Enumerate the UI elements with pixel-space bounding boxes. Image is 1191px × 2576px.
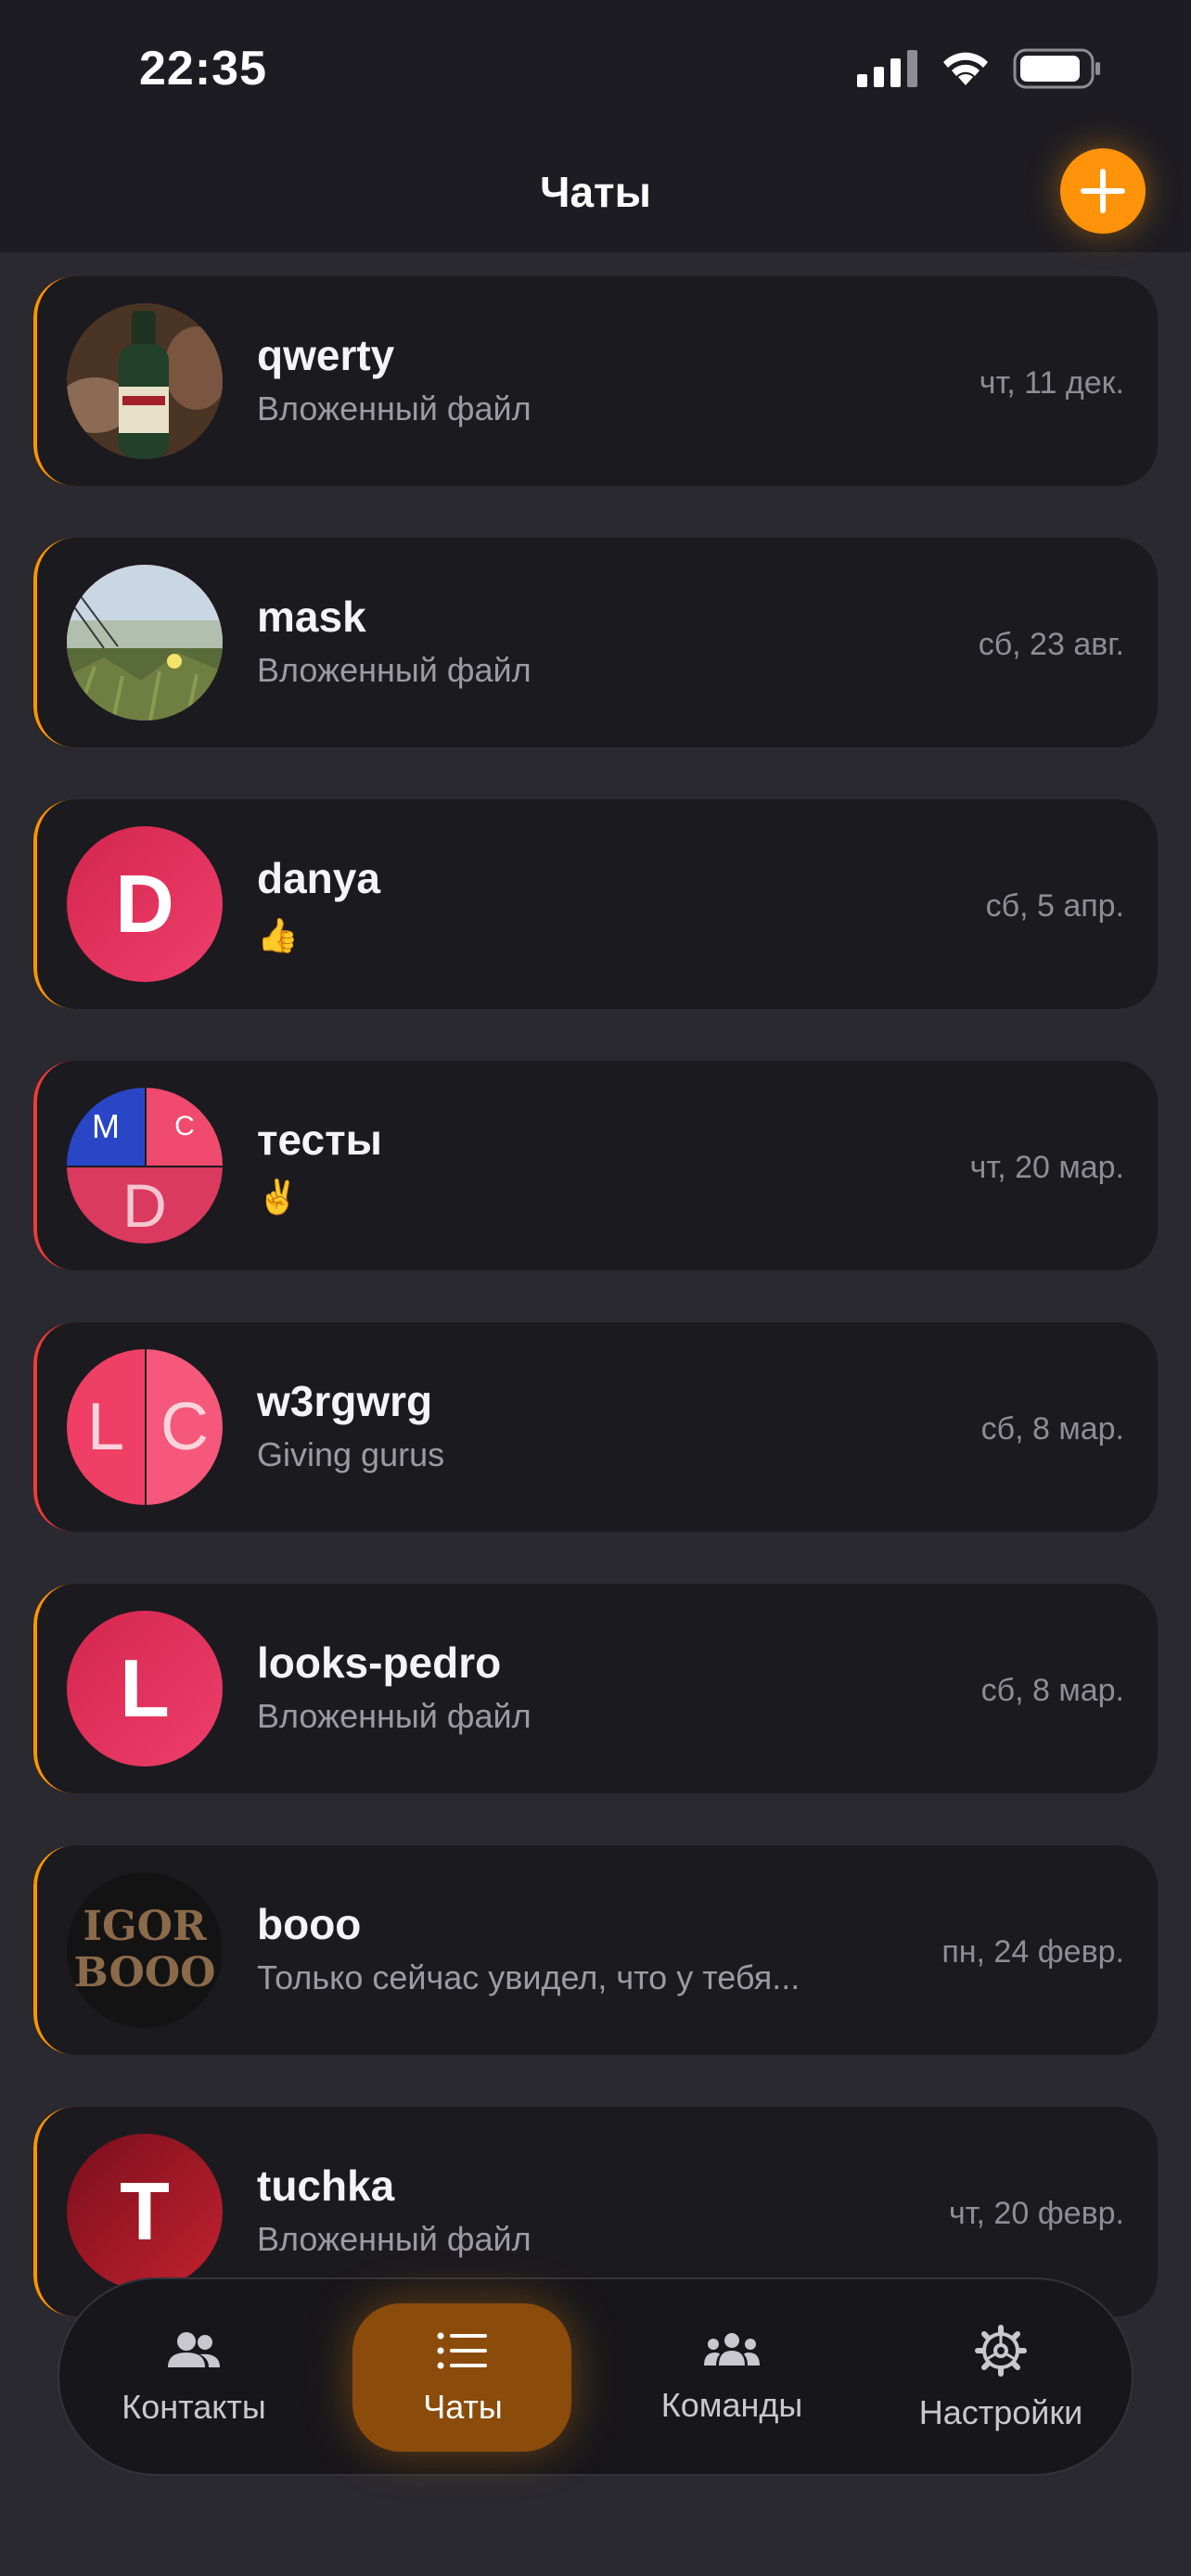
page-title: Чаты (540, 168, 651, 216)
chat-date: сб, 5 апр. (985, 888, 1124, 924)
chat-name: w3rgwrg (257, 1377, 433, 1425)
chat-name: booo (257, 1900, 362, 1948)
chat-name: looks-pedro (257, 1639, 502, 1687)
teams-icon (704, 2333, 760, 2366)
chats-list-icon (437, 2332, 487, 2369)
avatar-letter: L (67, 1611, 223, 1766)
chat-preview: Вложенный файл (257, 389, 531, 427)
tab-label: Настройки (918, 2393, 1083, 2431)
group-avatar-member-m: M (67, 1088, 145, 1166)
chat-item-qwerty[interactable]: qwerty Вложенный файл чт, 11 дек. (33, 276, 1158, 486)
chat-date: сб, 8 мар. (980, 1411, 1124, 1447)
group-avatar-member-l: L (67, 1349, 145, 1505)
group-avatar: M C D (67, 1088, 223, 1243)
chat-name: tuchka (257, 2162, 395, 2210)
avatar-photo-text: IGOR BOOO (67, 1872, 223, 2028)
chat-name: mask (257, 593, 366, 641)
bottle-photo-icon (67, 303, 223, 459)
chat-date: сб, 23 авг. (978, 627, 1124, 662)
bottom-tab-bar: Контакты Чаты Команды Настройки (58, 2277, 1133, 2476)
group-avatar-member-c: C (147, 1088, 223, 1166)
tab-teams[interactable]: Команды (597, 2279, 866, 2478)
settings-gear-icon (975, 2325, 1027, 2377)
group-avatar-member-d: D (67, 1167, 223, 1243)
avatar-photo (67, 565, 223, 721)
chat-date: пн, 24 февр. (941, 1934, 1124, 1970)
chat-item-looks-pedro[interactable]: L looks-pedro Вложенный файл сб, 8 мар. (33, 1584, 1158, 1793)
new-chat-button[interactable] (1060, 148, 1146, 234)
chat-preview: Giving gurus (257, 1435, 445, 1473)
chat-preview: Только сейчас увидел, что у тебя... (257, 1958, 800, 1996)
chat-item-tests[interactable]: M C D тесты ✌️ чт, 20 мар. (33, 1061, 1158, 1270)
status-time: 22:35 (139, 42, 267, 96)
chat-preview: Вложенный файл (257, 651, 531, 689)
plus-icon (1081, 169, 1125, 213)
chat-name: qwerty (257, 331, 395, 379)
tab-contacts[interactable]: Контакты (59, 2279, 328, 2478)
status-icons (857, 48, 1102, 89)
chat-item-booo[interactable]: IGOR BOOO booo Только сейчас увидел, что… (33, 1845, 1158, 2055)
chat-date: сб, 8 мар. (980, 1673, 1124, 1708)
chat-preview: Вложенный файл (257, 2220, 531, 2258)
tab-label: Контакты (122, 2388, 266, 2426)
group-avatar-member-c: C (147, 1349, 223, 1505)
avatar-text-line: IGOR (83, 1903, 207, 1950)
chat-date: чт, 11 дек. (979, 365, 1124, 401)
chat-date: чт, 20 февр. (949, 2196, 1124, 2231)
group-avatar: L C (67, 1349, 223, 1505)
top-bar: 22:35 Чаты (0, 0, 1191, 252)
tab-label: Команды (660, 2386, 803, 2424)
cellular-signal-icon (857, 50, 917, 87)
battery-icon (1013, 48, 1100, 89)
avatar-text-line: BOOO (73, 1949, 216, 1996)
avatar-letter: D (67, 826, 223, 982)
avatar-letter: T (67, 2134, 223, 2289)
chat-preview: ✌️ (257, 1178, 299, 1216)
chat-item-w3rgwrg[interactable]: L C w3rgwrg Giving gurus сб, 8 мар. (33, 1322, 1158, 1532)
chat-preview: 👍 (257, 916, 299, 954)
chat-item-mask[interactable]: mask Вложенный файл сб, 23 авг. (33, 538, 1158, 747)
chat-date: чт, 20 мар. (969, 1150, 1124, 1185)
tab-settings[interactable]: Настройки (866, 2279, 1135, 2478)
wifi-icon (943, 52, 988, 85)
tab-label: Чаты (423, 2388, 503, 2426)
contacts-icon (168, 2332, 220, 2367)
chat-item-danya[interactable]: D danya 👍 сб, 5 апр. (33, 799, 1158, 1009)
chat-name: тесты (257, 1116, 382, 1164)
chat-preview: Вложенный файл (257, 1697, 531, 1735)
chat-name: danya (257, 854, 380, 902)
field-flower-photo-icon (67, 565, 223, 721)
avatar-photo (67, 303, 223, 459)
tab-chats[interactable]: Чаты (328, 2279, 597, 2478)
